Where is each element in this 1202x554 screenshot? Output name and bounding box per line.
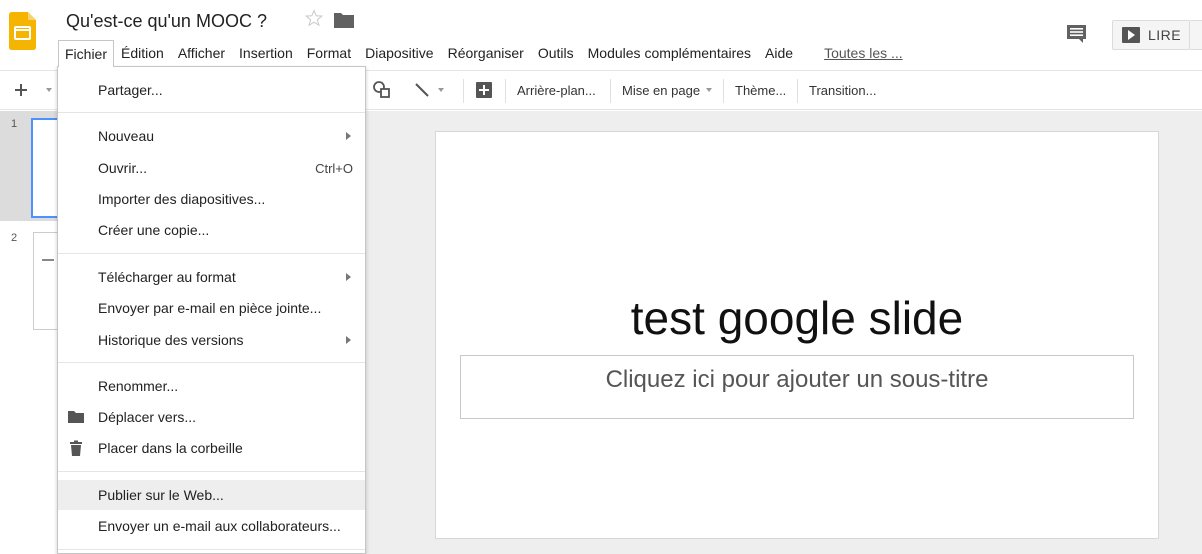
app-header: Qu'est-ce qu'un MOOC ? Fichier Édition A…: [0, 0, 1202, 70]
menu-item-label: Déplacer vers...: [98, 409, 197, 425]
layout-button[interactable]: Mise en page: [622, 71, 713, 109]
line-button[interactable]: [412, 71, 444, 109]
subtitle-placeholder[interactable]: Cliquez ici pour ajouter un sous-titre: [460, 355, 1134, 419]
toolbar-divider: [723, 79, 724, 103]
menu-item-download[interactable]: Télécharger au format: [58, 262, 365, 292]
menu-item-label: Placer dans la corbeille: [98, 440, 243, 456]
menu-item-email-attachment[interactable]: Envoyer par e-mail en pièce jointe...: [58, 293, 365, 323]
slide-number: 1: [11, 118, 18, 130]
menu-divider: [58, 471, 365, 472]
subtitle-placeholder-text: Cliquez ici pour ajouter un sous-titre: [605, 366, 989, 393]
menu-divider: [58, 112, 365, 113]
toolbar-divider: [505, 79, 506, 103]
plus-icon: [15, 84, 27, 96]
menu-item-label: Nouveau: [98, 128, 155, 144]
menu-diapositive[interactable]: Diapositive: [358, 40, 440, 66]
toolbar-divider: [797, 79, 798, 103]
menu-item-label: Ouvrir...: [98, 160, 148, 176]
thumbnail-text: [42, 259, 54, 261]
present-label: LIRE: [1148, 27, 1182, 43]
menu-item-publish-web[interactable]: Publier sur le Web...: [58, 480, 365, 510]
menu-item-label: Historique des versions: [98, 332, 244, 348]
menu-divider: [58, 549, 365, 550]
menu-item-new[interactable]: Nouveau: [58, 121, 365, 151]
menu-item-label: Publier sur le Web...: [98, 487, 224, 503]
menu-aide[interactable]: Aide: [758, 40, 800, 66]
menu-format[interactable]: Format: [300, 40, 358, 66]
play-icon: [1122, 27, 1140, 43]
layout-label: Mise en page: [622, 82, 701, 98]
shortcut-label: Ctrl+O: [315, 160, 353, 176]
menu-item-label: Partager...: [98, 82, 163, 98]
submenu-arrow-icon: [346, 132, 351, 140]
menu-item-rename[interactable]: Renommer...: [58, 371, 365, 401]
dropdown-arrow-icon: [438, 88, 444, 92]
present-button[interactable]: LIRE: [1112, 20, 1190, 50]
star-icon[interactable]: [305, 9, 323, 27]
all-changes-link[interactable]: Toutes les ...: [817, 40, 910, 66]
add-comment-icon: [476, 82, 492, 98]
new-slide-dropdown[interactable]: [40, 71, 52, 109]
submenu-arrow-icon: [346, 273, 351, 281]
menu-divider: [58, 253, 365, 254]
menu-item-label: Créer une copie...: [98, 222, 210, 238]
shape-button[interactable]: [372, 71, 392, 109]
menu-item-trash[interactable]: Placer dans la corbeille: [58, 433, 365, 463]
menu-afficher[interactable]: Afficher: [171, 40, 232, 66]
menu-bar: Fichier Édition Afficher Insertion Forma…: [58, 39, 910, 67]
menu-item-make-copy[interactable]: Créer une copie...: [58, 215, 365, 245]
toolbar-divider: [610, 79, 611, 103]
comments-icon[interactable]: [1066, 24, 1087, 44]
menu-reorganiser[interactable]: Réorganiser: [441, 40, 531, 66]
folder-icon[interactable]: [334, 12, 354, 28]
dropdown-arrow-icon: [706, 88, 713, 92]
trash-icon: [70, 440, 82, 456]
file-menu: Partager... Nouveau Ouvrir... Ctrl+O Imp…: [57, 66, 366, 554]
submenu-arrow-icon: [346, 336, 351, 344]
slide-title[interactable]: test google slide: [436, 291, 1158, 345]
menu-item-email-collaborators[interactable]: Envoyer un e-mail aux collaborateurs...: [58, 511, 365, 541]
theme-button[interactable]: Thème...: [735, 71, 786, 109]
menu-divider: [58, 362, 365, 363]
dropdown-arrow-icon: [46, 88, 52, 92]
folder-icon: [68, 411, 84, 423]
menu-item-label: Renommer...: [98, 378, 179, 394]
menu-item-open[interactable]: Ouvrir... Ctrl+O: [58, 153, 365, 183]
slides-logo-icon[interactable]: [9, 12, 36, 50]
background-button[interactable]: Arrière-plan...: [517, 71, 596, 109]
slide-canvas[interactable]: test google slide Cliquez ici pour ajout…: [435, 131, 1159, 539]
menu-item-version-history[interactable]: Historique des versions: [58, 325, 365, 355]
menu-insertion[interactable]: Insertion: [232, 40, 300, 66]
document-title[interactable]: Qu'est-ce qu'un MOOC ?: [66, 11, 267, 32]
menu-item-import-slides[interactable]: Importer des diapositives...: [58, 184, 365, 214]
menu-item-label: Envoyer par e-mail en pièce jointe...: [98, 300, 322, 316]
menu-item-label: Importer des diapositives...: [98, 191, 266, 207]
shape-icon: [373, 81, 390, 98]
menu-outils[interactable]: Outils: [531, 40, 581, 66]
menu-item-share[interactable]: Partager...: [58, 75, 365, 105]
toolbar-divider: [463, 79, 464, 103]
menu-fichier[interactable]: Fichier: [58, 39, 115, 67]
menu-edition[interactable]: Édition: [114, 40, 171, 66]
new-slide-button[interactable]: [14, 71, 28, 109]
insert-comment-button[interactable]: [475, 71, 493, 109]
slide-number: 2: [11, 232, 18, 244]
line-icon: [415, 83, 429, 97]
present-dropdown[interactable]: [1190, 20, 1202, 50]
menu-modules[interactable]: Modules complémentaires: [581, 40, 758, 66]
transition-button[interactable]: Transition...: [809, 71, 876, 109]
menu-item-label: Envoyer un e-mail aux collaborateurs...: [98, 518, 341, 534]
menu-item-move[interactable]: Déplacer vers...: [58, 402, 365, 432]
menu-item-label: Télécharger au format: [98, 269, 236, 285]
